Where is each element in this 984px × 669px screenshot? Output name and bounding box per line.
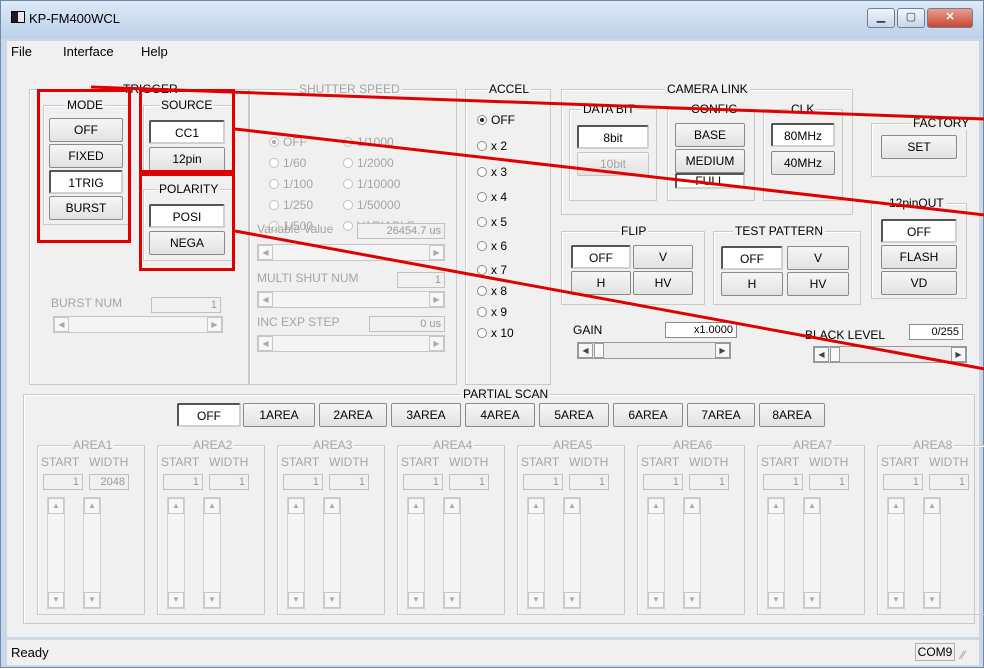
annotation-lines bbox=[90, 85, 984, 371]
annotation-line-polarity bbox=[234, 229, 984, 371]
annotation-line-mode bbox=[90, 85, 984, 121]
app-window: KP-FM400WCL ▁ ▢ ✕ File Interface Help TR… bbox=[0, 0, 984, 668]
annotation-line-source bbox=[234, 127, 984, 217]
